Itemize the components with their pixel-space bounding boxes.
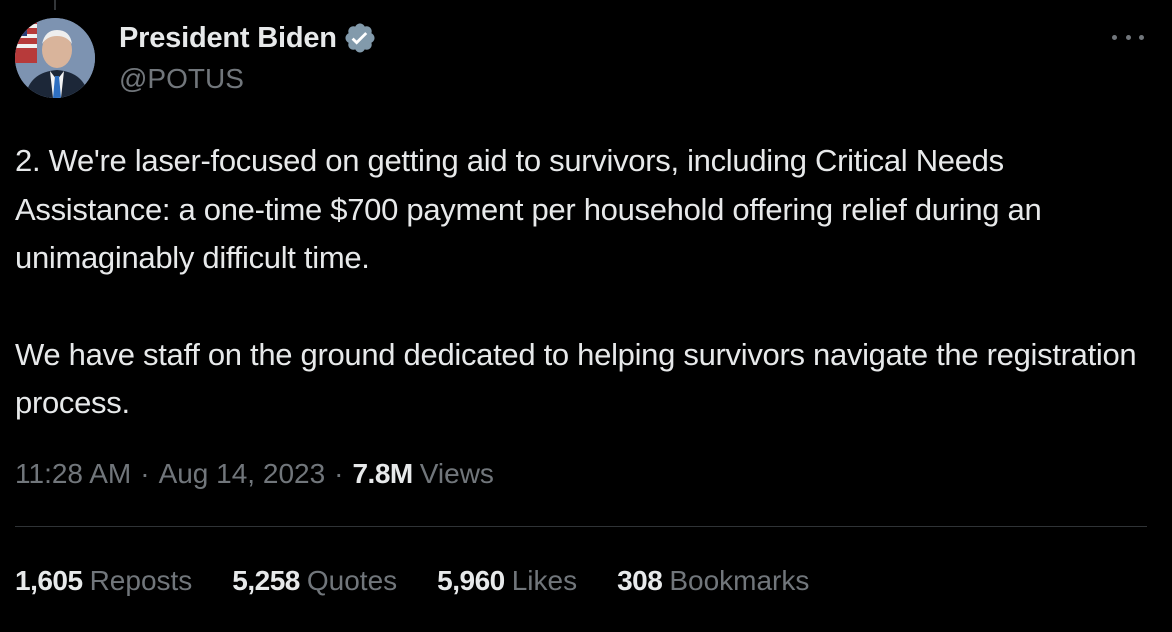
tweet-date[interactable]: Aug 14, 2023 xyxy=(159,456,326,492)
verified-badge-icon xyxy=(343,21,377,55)
likes-stat[interactable]: 5,960 Likes xyxy=(437,563,577,599)
tweet-text: 2. We're laser-focused on getting aid to… xyxy=(15,137,1155,428)
likes-count: 5,960 xyxy=(437,565,505,596)
bookmarks-label: Bookmarks xyxy=(669,565,810,596)
quotes-stat[interactable]: 5,258 Quotes xyxy=(232,563,397,599)
tweet-paragraph: We have staff on the ground dedicated to… xyxy=(15,336,1137,421)
tweet-time[interactable]: 11:28 AM xyxy=(15,456,131,492)
avatar[interactable] xyxy=(15,18,95,98)
reposts-count: 1,605 xyxy=(15,565,83,596)
tweet-meta: 11:28 AM · Aug 14, 2023 · 7.8M Views xyxy=(15,456,494,492)
views-label[interactable]: Views xyxy=(420,456,494,492)
meta-separator: · xyxy=(140,458,150,489)
views-count[interactable]: 7.8M xyxy=(352,456,413,492)
reposts-label: Reposts xyxy=(89,565,193,596)
quotes-count: 5,258 xyxy=(232,565,300,596)
engagement-stats: 1,605 Reposts 5,258 Quotes 5,960 Likes 308 B… xyxy=(15,563,849,599)
bookmarks-stat[interactable]: 308 Bookmarks xyxy=(617,563,809,599)
meta-separator: · xyxy=(334,458,344,489)
author-name-row[interactable]: President Biden xyxy=(119,20,377,56)
bookmarks-count: 308 xyxy=(617,565,663,596)
more-dot xyxy=(1125,34,1131,40)
reposts-stat[interactable]: 1,605 Reposts xyxy=(15,563,192,599)
author-handle[interactable]: @POTUS xyxy=(119,61,244,97)
more-dot xyxy=(1139,34,1144,40)
quotes-label: Quotes xyxy=(306,565,398,596)
divider xyxy=(15,526,1147,527)
author-display-name[interactable]: President Biden xyxy=(119,20,337,56)
tweet-paragraph: 2. We're laser-focused on getting aid to… xyxy=(15,143,1042,275)
thread-connector-line xyxy=(54,0,56,10)
likes-label: Likes xyxy=(511,565,578,596)
more-dot xyxy=(1112,34,1117,40)
more-options-icon[interactable] xyxy=(1112,24,1144,50)
